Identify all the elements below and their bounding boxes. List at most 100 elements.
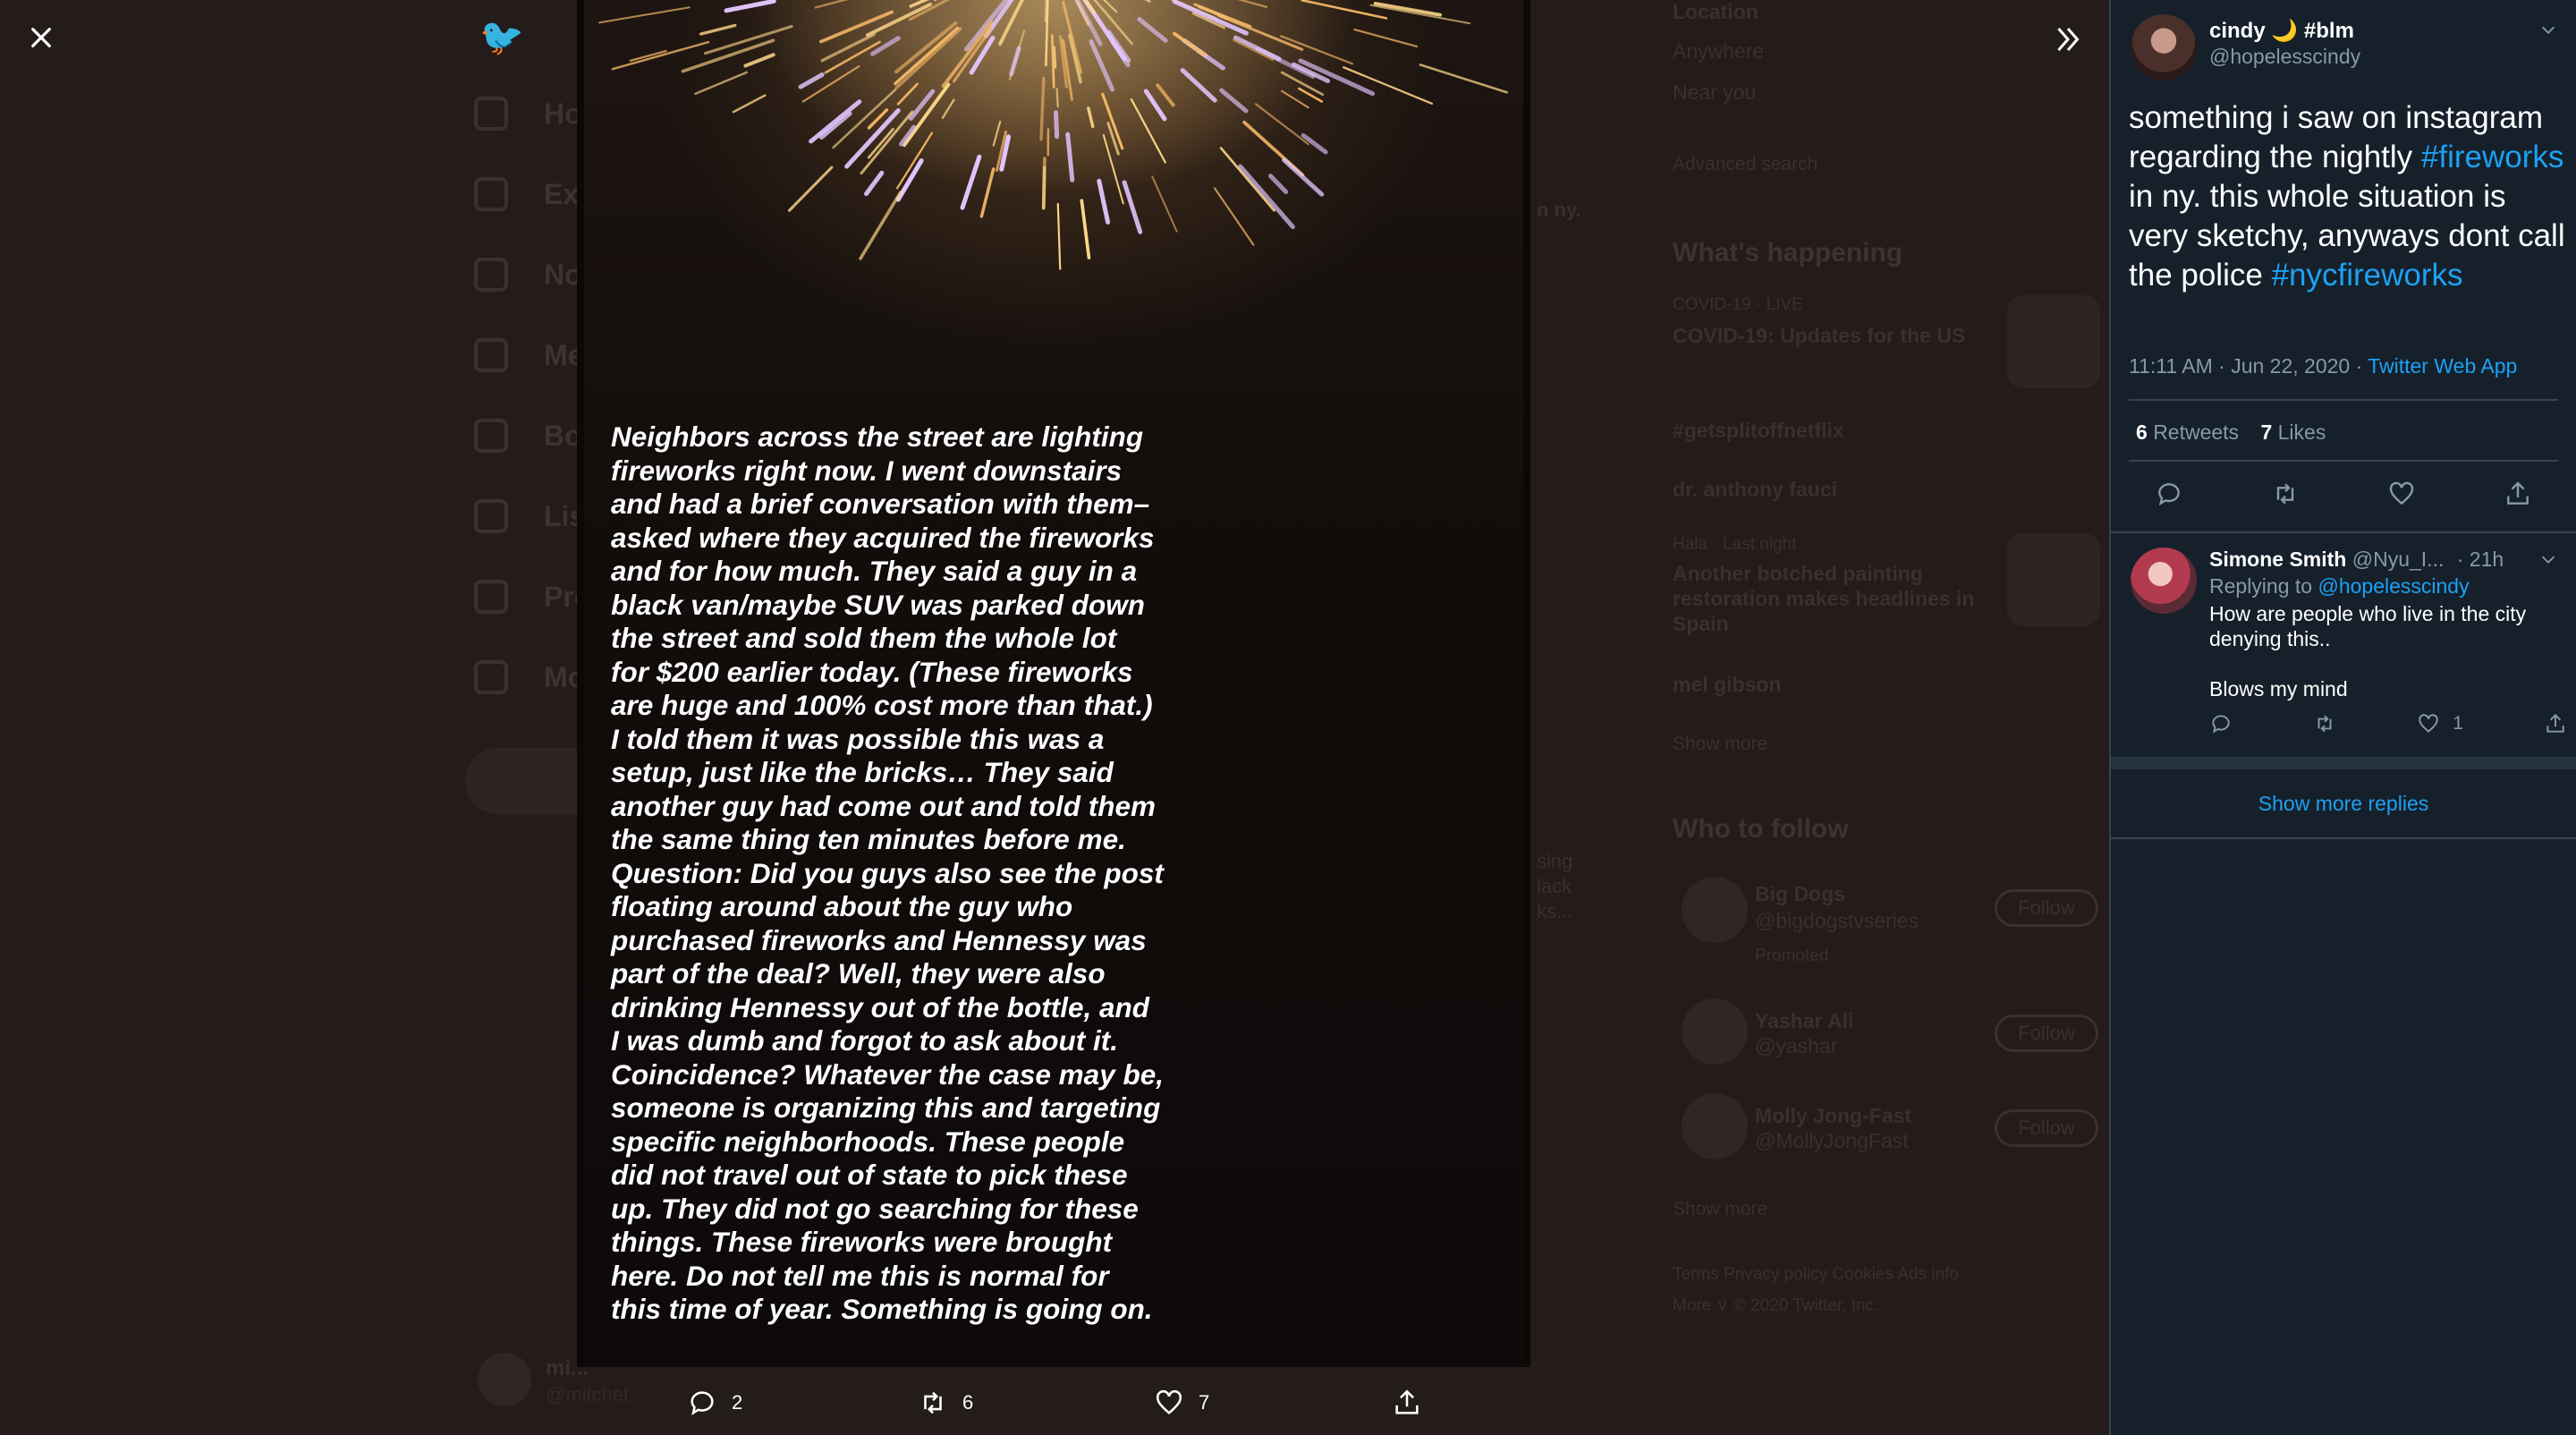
follow-button: Follow xyxy=(1995,1015,2098,1052)
nav-messages: Me xyxy=(474,338,583,372)
avatar xyxy=(478,1353,531,1406)
middle-fragment: sing xyxy=(1537,850,1573,872)
middle-fragment: lack xyxy=(1537,875,1572,897)
trend-title: mel gibson xyxy=(1673,673,1782,696)
replying-to: Replying to @hopelesscindy xyxy=(2209,574,2470,599)
author-name[interactable]: cindy 🌙 #blm xyxy=(2209,18,2354,44)
fireworks-sparks xyxy=(598,0,1509,270)
chevron-down-icon[interactable] xyxy=(2538,20,2558,45)
firework-streak xyxy=(896,82,919,106)
trend-title: COVID-19: Updates for the US xyxy=(1673,324,1966,347)
firework-streak xyxy=(1353,28,1419,48)
trend-title: restoration makes headlines in xyxy=(1673,587,1975,610)
firework-streak xyxy=(867,127,894,159)
retweets-label: Retweets xyxy=(2153,420,2240,444)
replying-to-label: Replying to xyxy=(2209,574,2318,598)
avatar xyxy=(1682,877,1748,943)
firework-streak xyxy=(1097,178,1111,225)
firework-streak xyxy=(1237,0,1268,9)
follow-handle: @bigdogstvseries xyxy=(1755,909,1919,932)
retweets-stat[interactable]: 6 Retweets xyxy=(2136,420,2239,444)
firework-streak xyxy=(814,0,849,9)
who-to-follow-header: Who to follow xyxy=(1673,814,1849,844)
follow-button: Follow xyxy=(1995,1109,2098,1147)
firework-streak xyxy=(1238,164,1295,230)
retweet-action[interactable] xyxy=(2313,712,2336,735)
firework-streak xyxy=(864,170,885,197)
avatar xyxy=(1682,1093,1748,1159)
firework-streak xyxy=(732,94,767,114)
reply-action[interactable]: 2 xyxy=(687,1388,742,1418)
twitter-logo-icon: 🐦 xyxy=(479,18,524,57)
reply-age: · 21h xyxy=(2456,548,2504,571)
author-handle[interactable]: @hopelesscindy xyxy=(2209,45,2360,69)
divider xyxy=(2129,460,2558,462)
firework-streak xyxy=(694,71,748,95)
section-separator xyxy=(2111,757,2576,769)
location-anywhere: Anywhere xyxy=(1673,39,1765,63)
retweet-action[interactable]: 6 xyxy=(918,1388,973,1418)
share-icon[interactable] xyxy=(2504,480,2532,508)
like-action[interactable]: 7 xyxy=(1154,1388,1209,1418)
firework-streak xyxy=(1282,157,1325,197)
retweet-count: 6 xyxy=(962,1391,974,1414)
firework-streak xyxy=(1217,13,1304,51)
close-button[interactable] xyxy=(23,20,59,55)
avatar[interactable] xyxy=(2131,548,2197,614)
chevron-down-icon[interactable] xyxy=(2538,549,2558,573)
tweet-source-link[interactable]: Twitter Web App xyxy=(2368,354,2517,378)
retweet-icon xyxy=(2318,715,2332,733)
reply-author-name[interactable]: Simone Smith xyxy=(2209,548,2346,571)
tweet-timestamp[interactable]: 11:11 AM · Jun 22, 2020 · xyxy=(2129,354,2368,378)
firework-streak xyxy=(1151,175,1178,233)
firework-streak xyxy=(743,53,775,68)
show-more-link: Show more xyxy=(1673,1199,1768,1219)
reply-icon[interactable] xyxy=(2155,480,2183,508)
reply-author: Simone Smith @Nyu_I... · 21h xyxy=(2209,548,2504,572)
hash-icon xyxy=(474,177,508,211)
replying-to-link[interactable]: @hopelesscindy xyxy=(2318,574,2469,598)
hashtag-link[interactable]: #fireworks xyxy=(2421,140,2563,174)
reply-text: How are people who live in the city deny… xyxy=(2209,602,2527,701)
firework-streak xyxy=(611,40,710,71)
likes-label: Likes xyxy=(2277,420,2326,444)
firework-streak xyxy=(1419,64,1509,94)
avatar[interactable] xyxy=(2131,14,2197,81)
reply-author-handle[interactable]: @Nyu_I... xyxy=(2352,548,2445,571)
media-image[interactable]: Neighbors across the street are lighting… xyxy=(577,0,1530,1367)
retweets-count: 6 xyxy=(2136,420,2148,444)
firework-streak xyxy=(1137,17,1168,43)
reply-tweet[interactable]: Simone Smith @Nyu_I... · 21h Replying to… xyxy=(2111,535,2576,759)
tweet-actions xyxy=(2111,480,2576,508)
firework-streak xyxy=(1369,4,1471,25)
location-header: Location xyxy=(1673,0,1758,23)
share-action[interactable] xyxy=(2544,712,2567,735)
firework-streak xyxy=(1009,46,1021,77)
show-more-replies-button[interactable]: Show more replies xyxy=(2111,769,2576,839)
firework-streak xyxy=(1065,132,1075,183)
trend-thumbnail xyxy=(2007,295,2100,388)
reply-action[interactable] xyxy=(2209,712,2233,735)
share-action[interactable] xyxy=(1392,1388,1422,1418)
footer-links: Terms Privacy policy Cookies Ads info xyxy=(1673,1265,1959,1284)
firework-streak xyxy=(724,0,776,13)
likes-stat[interactable]: 7 Likes xyxy=(2260,420,2326,444)
firework-streak xyxy=(1172,31,1207,57)
trend-title: #getsplitoffnetflix xyxy=(1673,419,1844,442)
likes-count: 7 xyxy=(2260,420,2273,444)
list-icon xyxy=(474,499,508,533)
close-icon xyxy=(31,28,51,47)
firework-streak xyxy=(859,191,902,260)
firework-streak xyxy=(798,72,825,89)
hashtag-link[interactable]: #nycfireworks xyxy=(2272,258,2463,293)
like-action[interactable]: 1 xyxy=(2417,712,2463,735)
middle-fragment: ks... xyxy=(1537,900,1573,922)
heart-icon[interactable] xyxy=(2387,480,2416,508)
firework-streak xyxy=(1106,122,1120,156)
firework-streak xyxy=(1172,0,1249,36)
collapse-sidebar-button[interactable] xyxy=(2048,20,2088,59)
retweet-icon[interactable] xyxy=(2271,480,2300,508)
mail-icon xyxy=(474,338,508,372)
firework-streak xyxy=(1039,76,1046,141)
divider xyxy=(2129,399,2558,401)
